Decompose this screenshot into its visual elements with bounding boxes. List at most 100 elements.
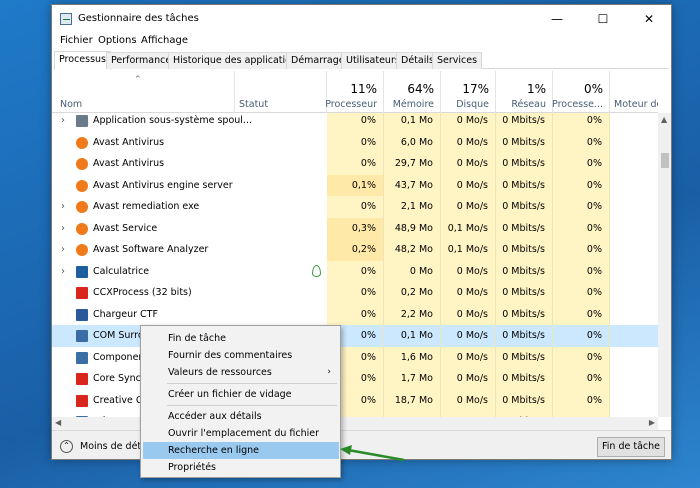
table-row[interactable]: Chargeur CTF 0% 2,2 Mo 0 Mo/s 0 Mbits/s 0% (52, 303, 658, 325)
context-menu-item[interactable]: Créer un fichier de vidage (143, 386, 339, 403)
chevron-right-icon[interactable]: › (61, 201, 65, 212)
process-name: Avast Antivirus (93, 136, 165, 148)
tab-performance[interactable]: Performance (106, 52, 177, 69)
chevron-right-icon[interactable]: › (61, 266, 65, 277)
cell-net: 0 Mbits/s (496, 113, 553, 132)
cell-gpu: 0% (553, 303, 610, 325)
cell-mem: 2,1 Mo (384, 196, 441, 218)
cell-net: 0 Mbits/s (496, 282, 553, 304)
cell-disk: 0 Mo/s (441, 113, 496, 132)
table-row[interactable]: › Avast remediation exe 0% 2,1 Mo 0 Mo/s 0 Mb… (52, 196, 658, 218)
table-row[interactable]: CCXProcess (32 bits) 0% 0,2 Mo 0 Mo/s 0 Mbit… (52, 282, 658, 304)
avast-icon (76, 201, 88, 213)
cell-gpu: 0% (553, 346, 610, 368)
header-memory[interactable]: 64% Mémoire (384, 71, 441, 113)
process-name: Avast Service (93, 222, 158, 234)
cell-gpu: 0% (553, 325, 610, 347)
header-gpu-engine[interactable]: Moteur de pro (610, 71, 658, 113)
cell-gpu: 0% (553, 174, 610, 196)
process-name: Calculatrice (93, 265, 150, 277)
header-gpu[interactable]: 0% Processe... (552, 71, 610, 113)
minimize-button[interactable]: — (534, 5, 580, 33)
cell-gpu-engine (610, 368, 658, 390)
cell-cpu: 0% (327, 260, 384, 282)
scroll-left-icon[interactable]: ◀ (55, 418, 61, 427)
tab-services[interactable]: Services (432, 52, 483, 69)
context-menu-label: Fin de tâche (168, 333, 226, 344)
cell-mem: 2,2 Mo (384, 303, 441, 325)
cell-cpu: 0% (327, 282, 384, 304)
process-name-cell: Avast Antivirus (52, 132, 327, 154)
printer-icon (76, 115, 88, 127)
header-name[interactable]: Nom (52, 71, 235, 113)
cell-net: 0 Mbits/s (496, 325, 553, 347)
window-icon (76, 330, 88, 342)
cell-mem: 0,1 Mo (384, 325, 441, 347)
cell-mem: 0,1 Mo (384, 113, 441, 132)
cell-disk: 0 Mo/s (441, 346, 496, 368)
context-menu-label: Créer un fichier de vidage (168, 389, 292, 400)
avast-icon (76, 179, 88, 192)
scroll-up-icon[interactable]: ▲ (661, 115, 667, 124)
context-menu-item[interactable]: Recherche en ligne (143, 442, 339, 459)
chevron-up-icon[interactable]: ⌃ (60, 440, 73, 453)
cell-gpu: 0% (553, 389, 610, 411)
process-name: Avast Software Analyzer (93, 244, 209, 255)
chevron-right-icon[interactable]: › (61, 244, 65, 255)
menu-affichage[interactable]: Affichage (141, 35, 188, 46)
table-row[interactable]: Avast Antivirus 0% 6,0 Mo 0 Mo/s 0 Mbits/s 0% (52, 131, 658, 154)
cell-gpu: 0% (553, 260, 610, 282)
cell-gpu-engine (610, 196, 658, 218)
cell-disk: 0 Mo/s (441, 131, 496, 153)
cell-net: 0 Mbits/s (496, 131, 553, 153)
cell-mem: 18,7 Mo (384, 389, 441, 411)
cell-mem: 0 Mo (384, 260, 441, 282)
menu-options[interactable]: Options (98, 35, 137, 46)
scroll-thumb[interactable] (661, 153, 669, 168)
cell-disk: 0,1 Mo/s (441, 217, 496, 239)
table-row[interactable]: › Calculatrice 0% 0 Mo 0 Mo/s 0 Mbits/s 0% (52, 260, 658, 283)
scroll-right-icon[interactable]: ▶ (649, 418, 655, 427)
table-row[interactable]: Avast Antivirus 0% 29,7 Mo 0 Mo/s 0 Mbits/s 0… (52, 153, 658, 175)
header-disk[interactable]: 17% Disque (441, 71, 496, 113)
menu-separator (167, 405, 337, 406)
context-menu-item[interactable]: Accéder aux détails (143, 408, 339, 425)
context-menu-item[interactable]: Fin de tâche (143, 330, 339, 347)
cell-disk: 0 Mo/s (441, 389, 496, 411)
cell-gpu-engine (610, 261, 658, 283)
header-network[interactable]: 1% Réseau (496, 71, 553, 113)
tab-processus[interactable]: Processus (54, 51, 112, 70)
cell-mem: 29,7 Mo (384, 153, 441, 175)
process-name-cell: Avast Antivirus (52, 153, 327, 175)
context-menu-item[interactable]: Valeurs de ressources › (143, 364, 339, 381)
header-cpu[interactable]: 11% Processeur (325, 71, 384, 113)
table-row[interactable]: › Avast Service 0,3% 48,9 Mo 0,1 Mo/s 0 Mbits… (52, 217, 658, 239)
cell-mem: 1,6 Mo (384, 346, 441, 368)
end-task-button[interactable]: Fin de tâche (597, 437, 665, 457)
cell-gpu-engine (610, 347, 658, 369)
table-row[interactable]: › Application sous-système spoul... 0% 0,1 … (52, 113, 658, 132)
close-button[interactable]: ✕ (626, 5, 671, 33)
table-row[interactable]: › Avast Software Analyzer 0,2% 48,2 Mo 0,1 M… (52, 239, 658, 261)
context-menu-item[interactable]: Fournir des commentaires (143, 347, 339, 364)
cell-cpu: 0% (327, 131, 384, 153)
context-menu-item[interactable]: Propriétés (143, 459, 339, 476)
cell-gpu: 0% (553, 368, 610, 390)
vertical-scrollbar[interactable]: ▲ (658, 113, 671, 417)
table-row[interactable]: Avast Antivirus engine server 0,1% 43,7 Mo… (52, 174, 658, 196)
cell-net: 0 Mbits/s (496, 217, 553, 239)
menu-fichier[interactable]: Fichier (60, 35, 93, 46)
avast-icon (76, 222, 88, 235)
chevron-right-icon[interactable]: › (61, 115, 65, 126)
cell-disk: 0 Mo/s (441, 303, 496, 325)
window-icon (76, 351, 88, 364)
cell-cpu: 0,3% (327, 217, 384, 239)
context-menu-label: Propriétés (168, 462, 217, 473)
title-bar: Gestionnaire des tâches — ☐ ✕ (52, 5, 671, 33)
context-menu-item[interactable]: Ouvrir l'emplacement du fichier (143, 425, 339, 442)
cell-net: 0 Mbits/s (496, 239, 553, 261)
maximize-button[interactable]: ☐ (580, 5, 626, 33)
header-status[interactable]: Statut (235, 71, 327, 113)
chevron-right-icon[interactable]: › (61, 223, 65, 234)
cell-mem: 43,7 Mo (384, 174, 441, 196)
